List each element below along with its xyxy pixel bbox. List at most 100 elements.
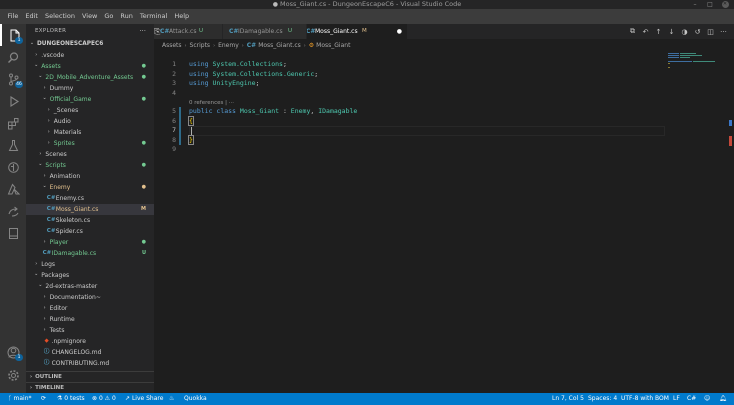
tree-folder[interactable]: ⌄ 2D_Mobile_Adventure_Assets ●: [26, 72, 154, 83]
tree-file[interactable]: ⓘ CONTRIBUTING.md: [26, 358, 154, 369]
outline-section[interactable]: › OUTLINE: [26, 371, 154, 382]
problems-indicator[interactable]: ⊗ 0 ⚠ 0: [92, 393, 116, 405]
tree-file[interactable]: C# Moss_Giant.cs M: [26, 204, 154, 215]
tree-file[interactable]: C# Skeleton.cs: [26, 215, 154, 226]
live-share-button[interactable]: ↗ Live Share: [125, 393, 163, 405]
open-editors-icon[interactable]: ⎘: [154, 24, 160, 39]
gutter-change-indicator[interactable]: [179, 107, 181, 145]
menu-view[interactable]: View: [78, 9, 100, 24]
maximize-button[interactable]: □: [703, 0, 717, 9]
tree-folder[interactable]: › Runtime: [26, 314, 154, 325]
tree-folder[interactable]: › Player ●: [26, 237, 154, 248]
minimize-button[interactable]: –: [688, 0, 702, 9]
end-of-line[interactable]: LF: [673, 393, 680, 405]
tree-folder[interactable]: ⌄ Assets ●: [26, 61, 154, 72]
previous-change-icon[interactable]: ↑: [652, 28, 665, 36]
code-line[interactable]: using UnityEngine;: [189, 79, 259, 89]
activity-live-share-button[interactable]: [0, 200, 26, 222]
activity-run-debug-button[interactable]: [0, 90, 26, 112]
chevron-down-icon: ⌄: [34, 62, 39, 68]
code-line[interactable]: using System.Collections.Generic;: [189, 70, 318, 80]
more-actions-icon[interactable]: ···: [717, 28, 730, 36]
tree-file[interactable]: C# IDamagable.cs U: [26, 248, 154, 259]
activity-testing-button[interactable]: [0, 134, 26, 156]
split-editor-icon[interactable]: ◫: [704, 28, 717, 36]
tree-folder[interactable]: ⌄ Enemy ●: [26, 182, 154, 193]
tab-idamagable-cs[interactable]: C# IDamagable.cs U: [223, 24, 307, 39]
breadcrumb-symbol[interactable]: Moss_Giant: [316, 42, 350, 49]
menu-edit[interactable]: Edit: [22, 9, 42, 24]
tree-folder[interactable]: › Tests: [26, 325, 154, 336]
tab-attack-cs[interactable]: C# Attack.cs U: [154, 24, 223, 39]
activity-source-control-button[interactable]: 46: [0, 68, 26, 90]
tree-folder[interactable]: › Logs: [26, 259, 154, 270]
unsaved-dot-close-button[interactable]: ●: [397, 24, 402, 39]
close-window-button[interactable]: ✕: [718, 0, 732, 9]
menu-file[interactable]: File: [4, 9, 22, 24]
code-editor[interactable]: 1 using System.Collections; 2 using System.…: [154, 52, 734, 393]
flame-icon[interactable]: ♨: [169, 393, 174, 405]
activity-search-button[interactable]: [0, 46, 26, 68]
codelens-references[interactable]: 0 references | ···: [189, 99, 234, 107]
breadcrumb-item[interactable]: Assets: [162, 42, 182, 49]
code-line[interactable]: public class Moss_Giant : Enemy, IDamaga…: [189, 107, 357, 117]
tree-folder[interactable]: ⌄ Scripts ●: [26, 160, 154, 171]
activity-azure-button[interactable]: [0, 178, 26, 200]
tree-folder[interactable]: › Sprites ●: [26, 138, 154, 149]
tree-file[interactable]: ⓘ CHANGELOG.md: [26, 347, 154, 358]
activity-notebook-button[interactable]: [0, 222, 26, 244]
menu-terminal[interactable]: Terminal: [136, 9, 170, 24]
tree-folder[interactable]: › .vscode: [26, 50, 154, 61]
tree-folder[interactable]: › Documentation~: [26, 292, 154, 303]
code-line[interactable]: }: [188, 134, 194, 146]
tree-folder[interactable]: ⌄ 2d-extras-master: [26, 281, 154, 292]
tree-folder[interactable]: › Audio: [26, 116, 154, 127]
breadcrumb-item[interactable]: Scripts: [190, 42, 211, 49]
menu-help[interactable]: Help: [171, 9, 193, 24]
explorer-more-actions-button[interactable]: ···: [139, 24, 146, 39]
activity-accounts-button[interactable]: 1: [0, 341, 26, 363]
quokka-button[interactable]: Quokka: [184, 393, 207, 405]
tree-file[interactable]: C# Spider.cs: [26, 226, 154, 237]
tree-folder[interactable]: › Editor: [26, 303, 154, 314]
tree-folder[interactable]: › Animation: [26, 171, 154, 182]
tree-folder[interactable]: ⌄ Official_Game ●: [26, 94, 154, 105]
tests-indicator[interactable]: ⚗ 0 tests: [57, 393, 85, 405]
indentation[interactable]: Spaces: 4: [588, 393, 617, 405]
compare-icon[interactable]: ◑: [678, 28, 691, 36]
sync-button[interactable]: ⟳: [41, 393, 46, 405]
breadcrumb-item[interactable]: Enemy: [218, 42, 239, 49]
tree-folder[interactable]: ⌄ Packages: [26, 270, 154, 281]
tree-file[interactable]: C# Enemy.cs: [26, 193, 154, 204]
tree-item-label: Official_Game: [49, 96, 92, 103]
notifications-bell-icon[interactable]: 🔔︎: [719, 393, 727, 405]
go-back-icon[interactable]: ↶: [639, 28, 652, 36]
language-mode[interactable]: C#: [687, 393, 696, 405]
tree-folder[interactable]: › _Scenes: [26, 105, 154, 116]
tree-folder[interactable]: › Dummy: [26, 83, 154, 94]
workspace-folder[interactable]: ⌄ DUNGEONESCAPEC6: [26, 39, 154, 50]
tab-moss-giant-cs[interactable]: C# Moss_Giant.cs M ●: [300, 24, 408, 39]
activity-manage-button[interactable]: [0, 364, 26, 386]
cursor-position[interactable]: Ln 7, Col 5: [552, 393, 584, 405]
source-control-diff-icon[interactable]: ↺: [691, 28, 704, 36]
menu-selection[interactable]: Selection: [41, 9, 78, 24]
activity-git-graph-button[interactable]: [0, 156, 26, 178]
code-line[interactable]: {: [188, 115, 194, 127]
activity-extensions-button[interactable]: [0, 112, 26, 134]
tree-file[interactable]: ◆ .npmignore: [26, 336, 154, 347]
encoding[interactable]: UTF-8 with BOM: [621, 393, 669, 405]
open-changes-icon[interactable]: ⧉: [626, 27, 639, 36]
tree-folder[interactable]: › Materials: [26, 127, 154, 138]
activity-explorer-button[interactable]: 1: [0, 24, 26, 46]
minimap[interactable]: [668, 52, 730, 393]
branch-indicator[interactable]: ᚴ main*: [8, 393, 32, 405]
breadcrumb-file[interactable]: Moss_Giant.cs: [258, 42, 301, 49]
menu-run[interactable]: Run: [117, 9, 136, 24]
code-line[interactable]: using System.Collections;: [189, 60, 287, 70]
timeline-section[interactable]: › TIMELINE: [26, 382, 154, 393]
feedback-icon[interactable]: ☺: [704, 393, 710, 405]
next-change-icon[interactable]: ↓: [665, 28, 678, 36]
menu-go[interactable]: Go: [101, 9, 117, 24]
tree-folder[interactable]: › Scenes: [26, 149, 154, 160]
